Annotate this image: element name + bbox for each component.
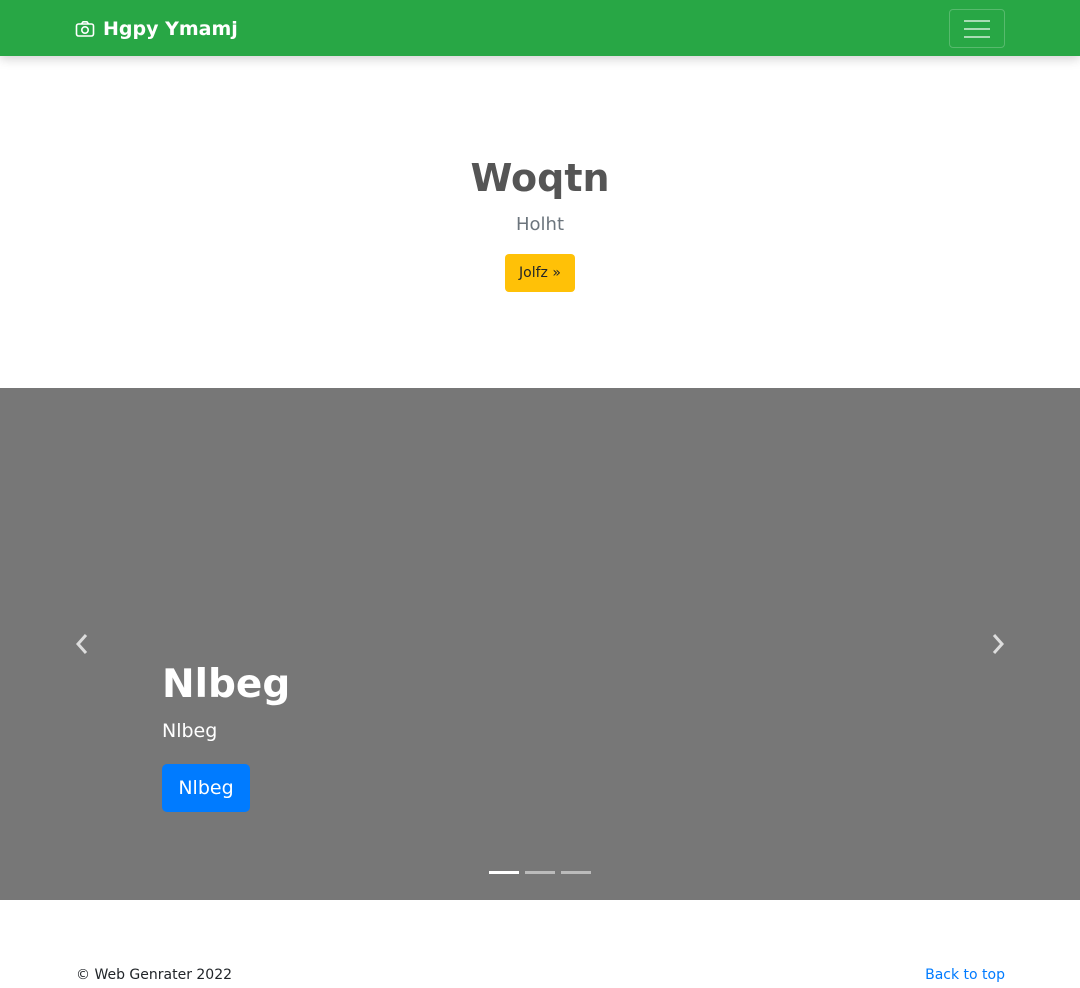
carousel-next-button[interactable] [986,628,1010,660]
footer: © Web Genrater 2022 Back to top [0,900,1080,988]
brand-text: Hgpy Ymamj [103,18,238,40]
hero-title: Woqtn [470,156,610,200]
carousel-slide-button[interactable]: Nlbeg [162,764,250,812]
brand-link[interactable]: Hgpy Ymamj [75,16,238,42]
back-to-top-link[interactable]: Back to top [925,967,1005,983]
carousel: Nlbeg Nlbeg Nlbeg [0,388,1080,900]
carousel-prev-button[interactable] [70,628,94,660]
carousel-slide-title: Nlbeg [162,662,291,707]
hero-cta-button[interactable]: Jolfz » [505,254,575,292]
camera-icon [75,21,95,37]
chevron-right-icon [992,634,1005,654]
carousel-indicator-3[interactable] [561,871,591,874]
footer-copyright: © Web Genrater 2022 [76,967,233,983]
carousel-indicator-1[interactable] [489,871,519,874]
carousel-slide-text: Nlbeg [162,720,218,742]
navbar: Hgpy Ymamj [0,0,1080,56]
hero-subtitle: Holht [515,214,564,235]
navbar-toggler-button[interactable] [949,9,1005,48]
chevron-left-icon [75,634,88,654]
carousel-indicators [489,871,591,874]
carousel-indicator-2[interactable] [525,871,555,874]
hamburger-menu-icon [964,19,990,38]
hero-section: Woqtn Holht Jolfz » [0,56,1080,388]
